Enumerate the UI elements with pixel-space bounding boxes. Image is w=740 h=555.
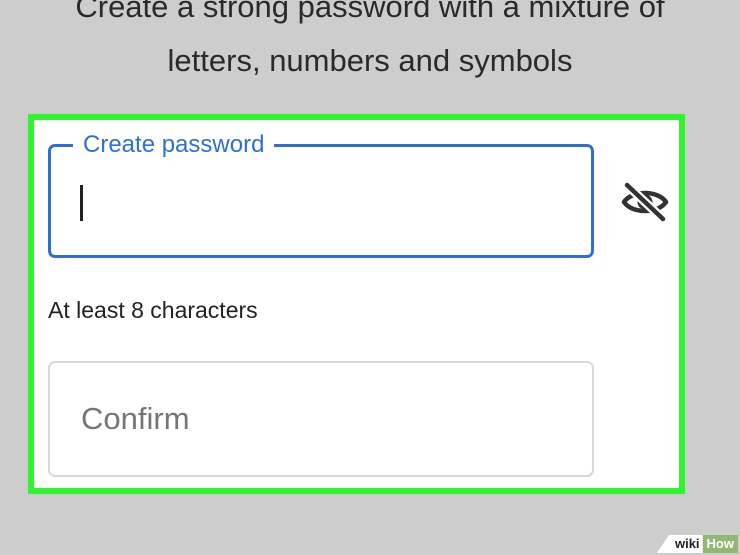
password-helper-text: At least 8 characters bbox=[48, 297, 258, 323]
password-form-panel: Create password At least 8 characters Co… bbox=[28, 114, 685, 494]
instructions-line-2: letters, numbers and symbols bbox=[167, 43, 573, 78]
create-password-input[interactable]: Create password bbox=[48, 131, 594, 258]
instructions-text: Create a strong password with a mixture … bbox=[0, 0, 740, 88]
watermark-part-1: wiki bbox=[656, 535, 703, 553]
confirm-password-input[interactable]: Confirm bbox=[48, 361, 594, 477]
watermark-part-2: How bbox=[702, 535, 738, 553]
text-cursor bbox=[80, 185, 83, 221]
eye-off-icon[interactable] bbox=[620, 180, 670, 224]
create-password-label: Create password bbox=[73, 131, 275, 159]
confirm-placeholder: Confirm bbox=[81, 401, 190, 436]
wikihow-watermark: wiki How bbox=[656, 535, 738, 553]
instructions-line-1: Create a strong password with a mixture … bbox=[75, 0, 665, 24]
